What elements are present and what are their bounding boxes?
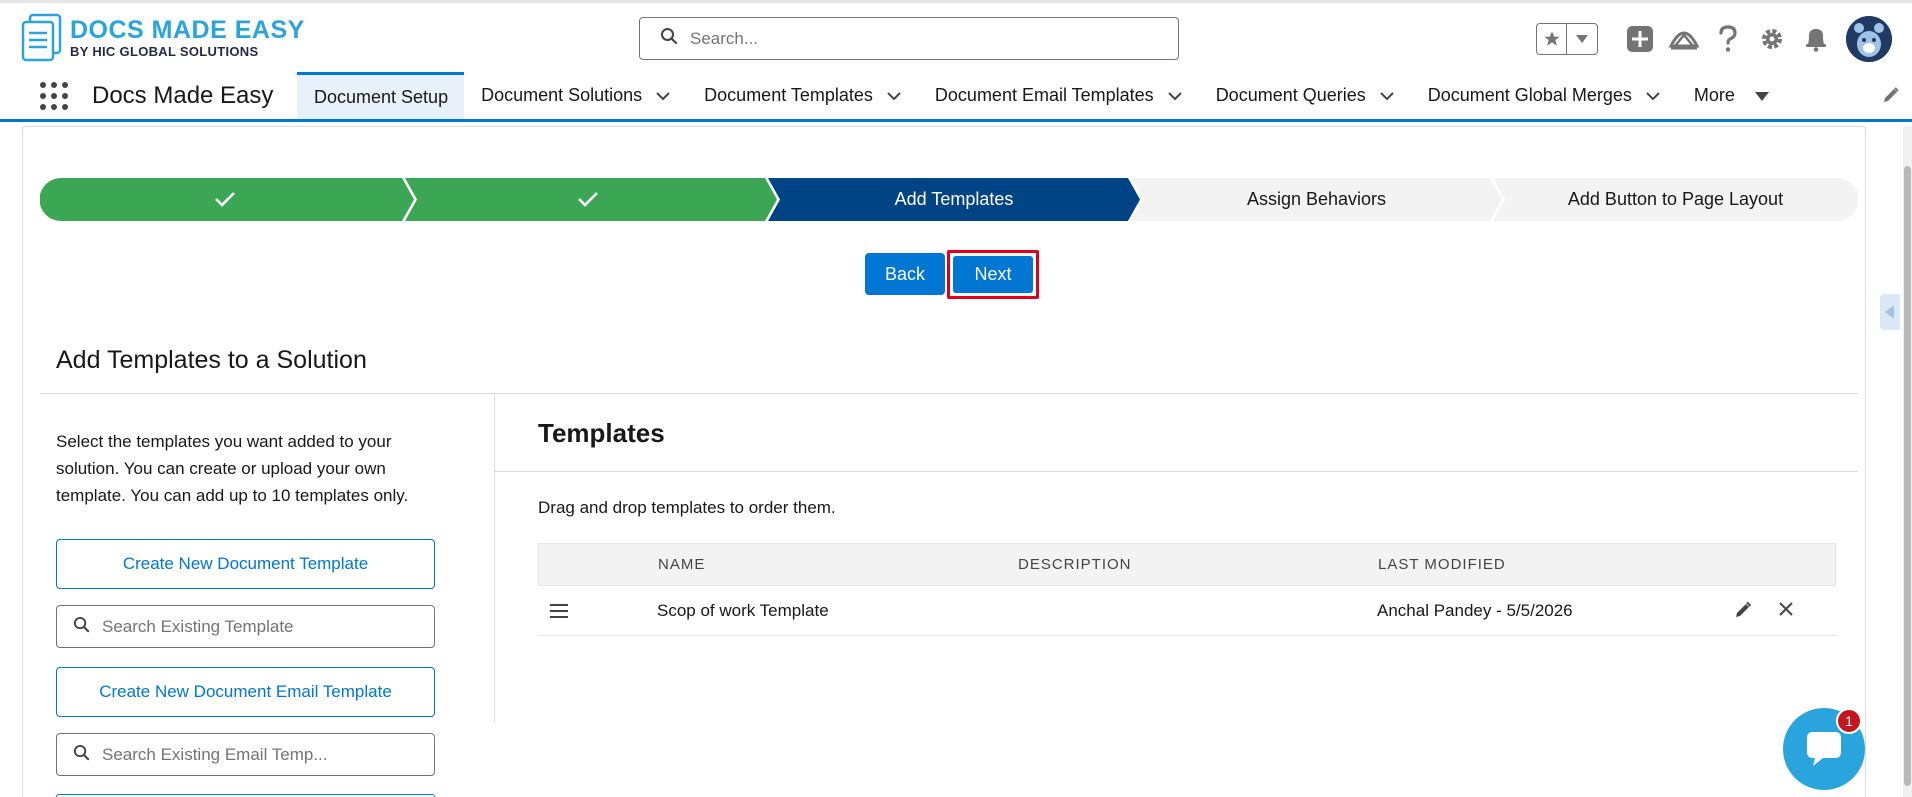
notification-bell-icon[interactable]: [1794, 26, 1838, 52]
search-icon: [660, 27, 678, 50]
column-header-last-modified[interactable]: LAST MODIFIED: [1378, 556, 1738, 573]
table-header: NAME DESCRIPTION LAST MODIFIED: [538, 543, 1836, 586]
column-header-name[interactable]: NAME: [658, 556, 1018, 573]
document-logo-icon: [20, 13, 64, 63]
section-divider: [40, 393, 1858, 394]
trailhead-icon[interactable]: [1662, 26, 1706, 52]
star-icon[interactable]: [1537, 24, 1567, 54]
tab-label: Document Queries: [1215, 85, 1366, 105]
templates-hint: Drag and drop templates to order them.: [538, 498, 836, 517]
logo-title: DOCS MADE EASY: [70, 16, 305, 44]
tab-label: Document Email Templates: [934, 85, 1154, 105]
search-icon: [73, 744, 90, 766]
chevron-down-icon[interactable]: [1380, 85, 1394, 106]
column-divider: [494, 394, 495, 722]
app-launcher-icon[interactable]: [40, 82, 68, 110]
path-stage-add-templates[interactable]: Add Templates: [768, 178, 1140, 221]
close-icon[interactable]: [1778, 601, 1794, 624]
side-panel-toggle[interactable]: [1880, 294, 1900, 330]
edit-pencil-icon[interactable]: [1734, 601, 1752, 624]
tab-label: Document Templates: [704, 85, 873, 105]
chevron-down-icon[interactable]: [1167, 85, 1182, 106]
app-name: Docs Made Easy: [92, 82, 274, 109]
chevron-down-icon[interactable]: [1646, 85, 1660, 106]
tab-more[interactable]: More: [1677, 72, 1786, 119]
app-logo[interactable]: DOCS MADE EASY BY HIC GLOBAL SOLUTIONS: [20, 13, 305, 63]
next-button-highlight[interactable]: Next: [947, 250, 1039, 299]
gear-icon[interactable]: [1750, 26, 1794, 52]
chevron-down-icon[interactable]: [656, 85, 670, 106]
tab-label: Document Global Merges: [1427, 85, 1632, 105]
tab-document-global-merges[interactable]: Document Global Merges: [1411, 72, 1677, 119]
search-template-placeholder: Search Existing Template: [102, 616, 294, 636]
tab-document-email-templates[interactable]: Document Email Templates: [918, 72, 1199, 119]
chevron-left-icon: [1885, 305, 1894, 319]
help-icon[interactable]: [1706, 25, 1750, 53]
search-email-placeholder: Search Existing Email Temp...: [102, 744, 328, 764]
path-stage-add-button[interactable]: Add Button to Page Layout: [1493, 178, 1858, 221]
templates-title: Templates: [538, 418, 665, 448]
next-button[interactable]: Next: [953, 256, 1033, 293]
global-search-input[interactable]: Search...: [639, 17, 1179, 60]
caret-down-icon: [1754, 85, 1769, 106]
drag-handle-icon[interactable]: [538, 603, 657, 618]
global-header: DOCS MADE EASY BY HIC GLOBAL SOLUTIONS S…: [0, 0, 1912, 72]
chevron-down-icon[interactable]: [1567, 35, 1597, 43]
template-last-modified: Anchal Pandey - 5/5/2026: [1377, 600, 1573, 620]
template-name: Scop of work Template: [657, 600, 829, 620]
section-title: Add Templates to a Solution: [56, 346, 367, 374]
create-new-email-template-button[interactable]: Create New Document Email Template: [56, 667, 435, 717]
progress-path: Add Templates Assign Behaviors Add Butto…: [40, 178, 1858, 221]
tab-document-setup[interactable]: Document Setup: [297, 72, 465, 119]
search-placeholder: Search...: [690, 28, 759, 48]
path-stage-assign-behaviors[interactable]: Assign Behaviors: [1131, 178, 1502, 221]
edit-nav-icon[interactable]: [1882, 86, 1900, 109]
templates-table: NAME DESCRIPTION LAST MODIFIED Scop of w…: [538, 543, 1836, 636]
tab-label: Document Setup: [314, 86, 449, 107]
instructions-text: Select the templates you want added to y…: [56, 432, 409, 505]
add-icon[interactable]: [1618, 25, 1662, 53]
search-existing-email-template-input[interactable]: Search Existing Email Temp...: [56, 733, 435, 776]
chevron-down-icon[interactable]: [887, 85, 901, 106]
table-row[interactable]: Scop of work Template Anchal Pandey - 5/…: [538, 586, 1836, 636]
search-icon: [73, 616, 90, 638]
templates-divider: [495, 471, 1858, 472]
app-navigation-bar: Docs Made Easy Document Setup Document S…: [0, 72, 1912, 122]
chat-notification-badge: 1: [1836, 708, 1862, 734]
page-scrollbar[interactable]: [1903, 126, 1912, 797]
tab-label: More: [1693, 85, 1735, 105]
back-button[interactable]: Back: [865, 253, 945, 295]
tab-document-queries[interactable]: Document Queries: [1199, 72, 1411, 119]
column-header-description[interactable]: DESCRIPTION: [1018, 556, 1378, 573]
tab-label: Document Solutions: [481, 85, 643, 105]
tab-document-solutions[interactable]: Document Solutions: [464, 72, 687, 119]
favorites-button[interactable]: [1536, 23, 1598, 55]
create-new-document-template-button[interactable]: Create New Document Template: [56, 539, 435, 589]
user-avatar[interactable]: [1846, 16, 1892, 62]
logo-subtitle: BY HIC GLOBAL SOLUTIONS: [70, 44, 259, 59]
tab-document-templates[interactable]: Document Templates: [687, 72, 918, 119]
search-existing-template-input[interactable]: Search Existing Template: [56, 605, 435, 648]
